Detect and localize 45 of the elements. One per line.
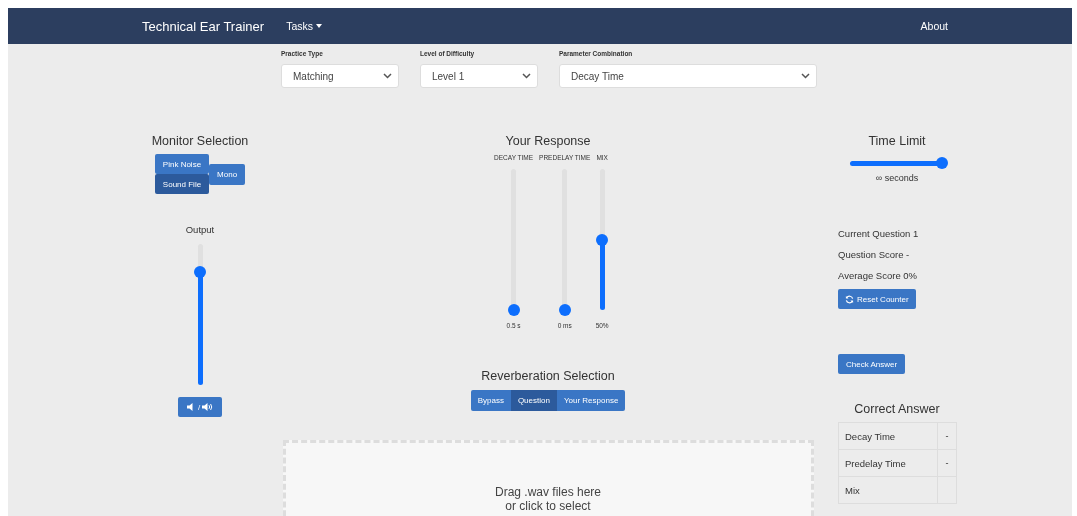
table-cell: - [937, 423, 956, 449]
section-title: Reverberation Selection [481, 369, 615, 383]
score-text: Average Score 0% [838, 269, 919, 282]
table-cell: - [937, 450, 956, 476]
drop-instruction: or click to select [505, 499, 591, 513]
speaker-loud-icon [202, 403, 214, 411]
speaker-icon [186, 403, 196, 411]
chevron-down-icon [522, 73, 531, 79]
table-cell-text: Predelay Time [844, 456, 907, 471]
section-title: Correct Answer [854, 402, 940, 416]
mono-button[interactable]: Mono [209, 163, 246, 185]
score-text: Current Question 1 [838, 227, 920, 240]
caret-icon [315, 24, 322, 28]
chevron-down-icon [801, 73, 810, 79]
section-title: Your Response [505, 134, 591, 148]
check-answer-button[interactable]: Check Answer [838, 354, 906, 374]
chevron-down-icon [383, 73, 392, 79]
dropdown[interactable]: Matching [281, 64, 399, 88]
slider-thumb[interactable] [194, 266, 206, 279]
drop-instruction: Drag .wav files here [494, 485, 601, 499]
reset-counter-button[interactable]: Reset Counter [838, 289, 916, 309]
table-cell-text: Mix [844, 483, 861, 498]
dropdown[interactable]: Level 1 [420, 64, 538, 88]
refresh-icon [845, 294, 854, 304]
slider-thumb[interactable] [596, 233, 609, 246]
reverb-option-button[interactable]: Your Response [556, 390, 626, 411]
slider-thumb[interactable] [507, 304, 520, 316]
time-limit-value: ∞ seconds [875, 173, 919, 183]
mute-button[interactable]: / [177, 397, 223, 417]
app-title[interactable]: Technical Ear Trainer [142, 18, 265, 34]
dropdown[interactable]: Decay Time [559, 64, 817, 88]
reverb-option-button[interactable]: Question [510, 390, 557, 411]
reverb-option-button[interactable]: Bypass [470, 390, 511, 411]
file-drop-zone[interactable]: Drag .wav files here or click to select [282, 440, 814, 516]
tasks-menu[interactable]: Tasks [286, 20, 322, 32]
slider-thumb[interactable] [558, 304, 571, 316]
slider-thumb[interactable] [936, 157, 948, 169]
section-title: Time Limit [868, 134, 926, 148]
table-cell-text: Decay Time [844, 429, 897, 444]
section-title: Monitor Selection [151, 134, 249, 148]
score-text: Question Score - [838, 248, 911, 261]
about-link[interactable]: About [920, 20, 948, 32]
source-button[interactable]: Pink Noise [154, 154, 210, 174]
output-label: Output [185, 224, 215, 235]
source-button[interactable]: Sound File [154, 174, 210, 194]
